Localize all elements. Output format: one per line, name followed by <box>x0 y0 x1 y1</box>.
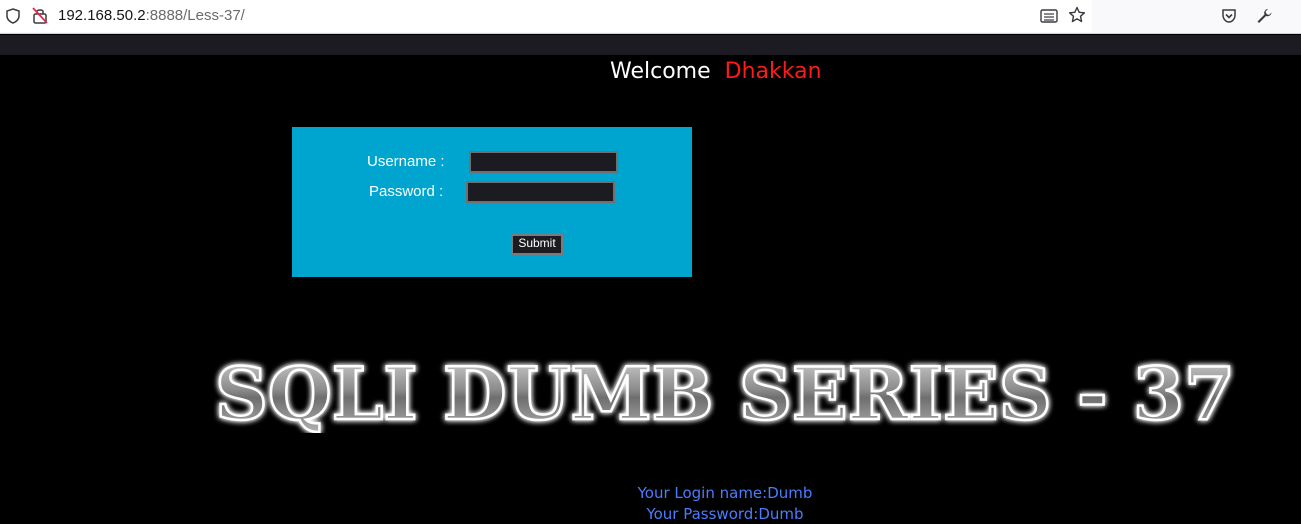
welcome-name: Dhakkan <box>724 59 822 84</box>
result-login-name: Your Login name:Dumb <box>637 484 813 502</box>
result-password: Your Password:Dumb <box>646 505 804 523</box>
username-label: Username : <box>367 153 445 170</box>
series-title-text: SQLI DUMB SERIES - 37 <box>215 351 1235 433</box>
browser-toolbar: 192.168.50.2:8888/Less-37/ <box>0 0 1301 34</box>
password-input[interactable] <box>466 181 615 203</box>
pocket-icon[interactable] <box>1221 8 1237 28</box>
shield-icon[interactable] <box>6 8 20 28</box>
series-title-image: SQLI DUMB SERIES - 37 <box>214 351 1237 433</box>
login-form: Username : Password : Submit <box>292 127 692 277</box>
bookmark-star-icon[interactable] <box>1068 6 1086 28</box>
wrench-icon[interactable] <box>1255 7 1273 29</box>
url-bar[interactable]: 192.168.50.2:8888/Less-37/ <box>0 0 1092 32</box>
password-label: Password : <box>369 183 444 200</box>
browser-toolbar-strip <box>0 35 1301 55</box>
page-content: Welcome Dhakkan Username : Password : Sub… <box>0 55 1301 524</box>
username-input[interactable] <box>469 151 618 173</box>
submit-button[interactable]: Submit <box>511 234 563 255</box>
reader-view-icon[interactable] <box>1040 8 1058 28</box>
welcome-text: Welcome <box>610 59 711 84</box>
insecure-lock-icon[interactable] <box>32 7 48 28</box>
welcome-heading: Welcome Dhakkan <box>610 59 822 84</box>
url-text[interactable]: 192.168.50.2:8888/Less-37/ <box>58 7 245 24</box>
